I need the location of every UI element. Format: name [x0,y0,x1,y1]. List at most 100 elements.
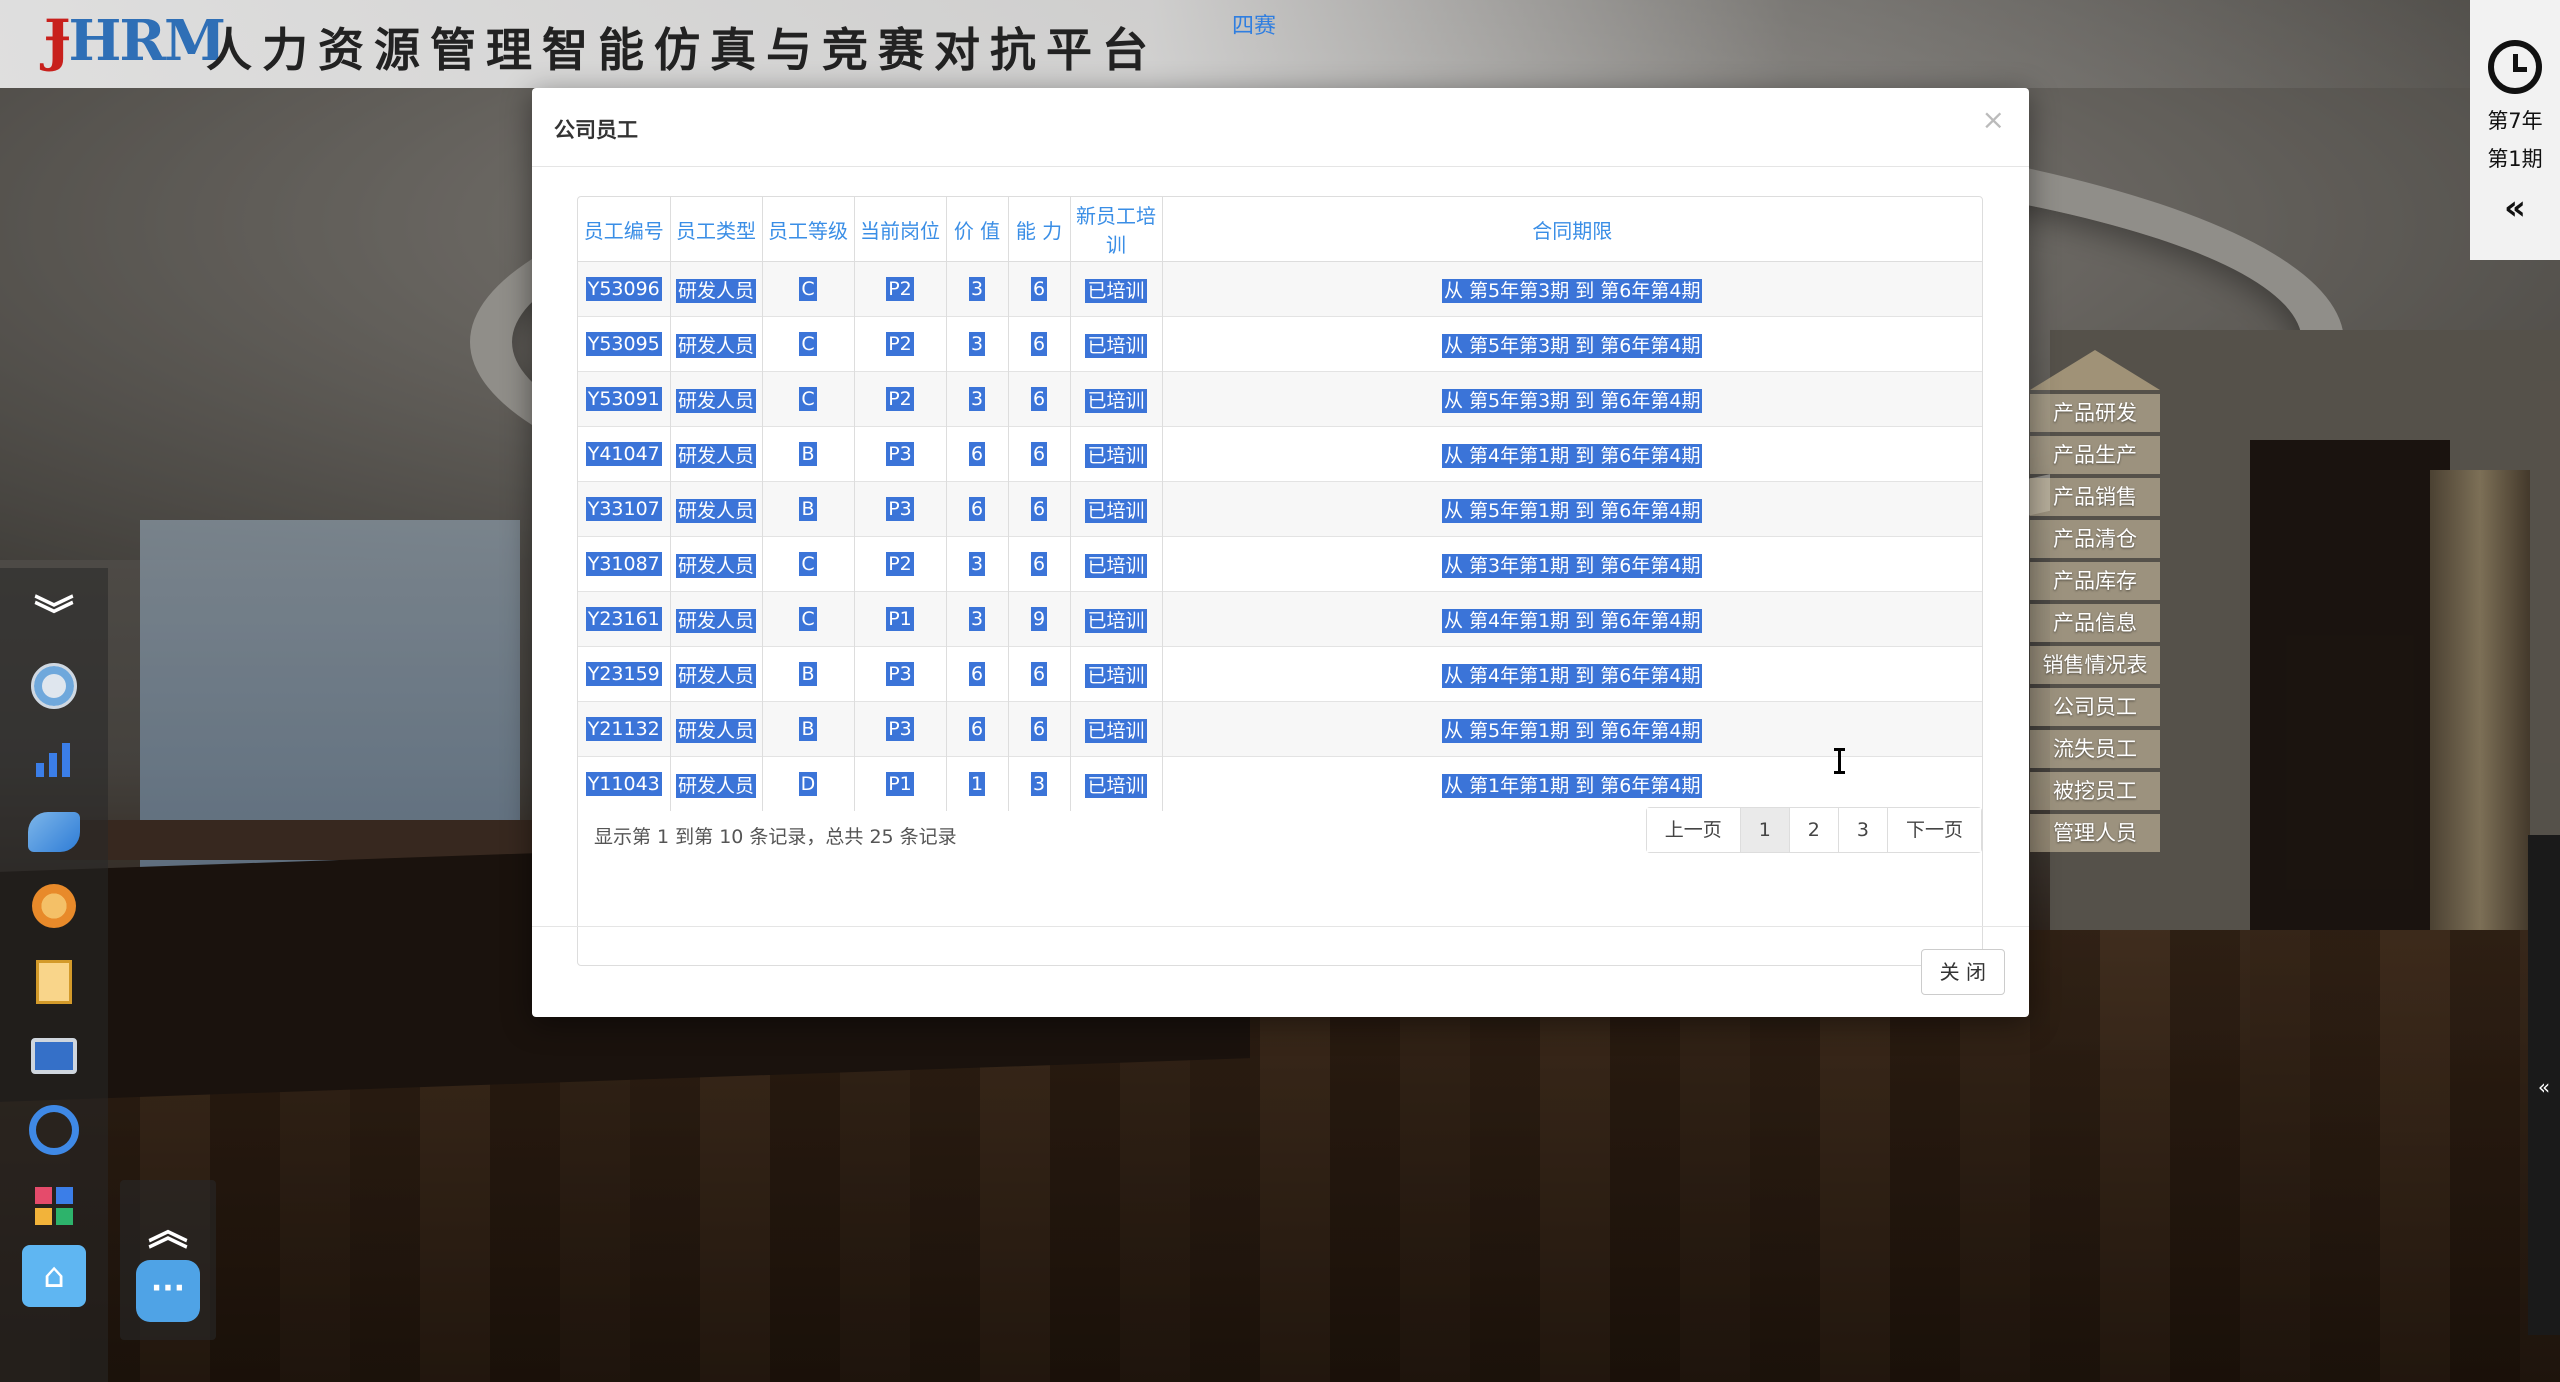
cell-value: 研发人员 [675,663,756,688]
cell-value: 研发人员 [675,278,756,303]
page-button[interactable]: 1 [1740,808,1790,852]
menu-item-product-production[interactable]: 产品生产 [2030,436,2160,474]
toolbar-btn-chart[interactable] [22,728,86,792]
close-icon[interactable]: × [1982,106,2005,134]
table-row[interactable]: Y21132 研发人员 B P3 6 6 已培训 从 第5年第1期 到 第6年第4期 [578,701,1982,757]
cell-value: 6 [1030,277,1048,301]
cell-value: P3 [886,662,914,686]
column-header[interactable]: 价 值 [946,197,1009,262]
column-header[interactable]: 能 力 [1008,197,1071,262]
table-cell: Y53096 [578,261,671,317]
menu-item-sales-report[interactable]: 销售情况表 [2030,646,2160,684]
cell-value: 已培训 [1085,278,1147,303]
table-cell: 研发人员 [670,371,763,427]
toolbar-btn-gear[interactable] [22,874,86,938]
table-row[interactable]: Y23159 研发人员 B P3 6 6 已培训 从 第4年第1期 到 第6年第4期 [578,646,1982,702]
cell-value: 已培训 [1085,663,1147,688]
table-cell: 研发人员 [670,481,763,537]
table-row[interactable]: Y53095 研发人员 C P2 3 6 已培训 从 第5年第3期 到 第6年第4期 [578,316,1982,372]
menu-item-poached-staff[interactable]: 被挖员工 [2030,772,2160,810]
table-cell: 从 第1年第1期 到 第6年第4期 [1162,756,1982,811]
table-cell: 6 [946,426,1009,482]
close-button[interactable]: 关 闭 [1920,949,2005,995]
collapse-toolbar-button[interactable]: ︾ [22,584,86,648]
toolbar-btn-handshake[interactable] [22,800,86,864]
menu-item-product-clearance[interactable]: 产品清仓 [2030,520,2160,558]
cell-value: 从 第5年第1期 到 第6年第4期 [1442,718,1703,743]
collapse-panel-button[interactable]: « [2470,188,2560,228]
table-cell: 6 [1008,536,1071,592]
table-cell: 研发人员 [670,646,763,702]
table-row[interactable]: Y33107 研发人员 B P3 6 6 已培训 从 第5年第1期 到 第6年第4期 [578,481,1982,537]
toolbar-btn-home[interactable]: ⌂ [22,1244,86,1308]
table-cell: 已培训 [1070,536,1163,592]
table-row[interactable]: Y31087 研发人员 C P2 3 6 已培训 从 第3年第1期 到 第6年第4期 [578,536,1982,592]
chevrons-up-icon[interactable]: ︽ [148,1198,188,1256]
table-cell: P1 [854,591,947,647]
menu-item-company-staff[interactable]: 公司员工 [2030,688,2160,726]
table-row[interactable]: Y11043 研发人员 D P1 1 3 已培训 从 第1年第1期 到 第6年第4期 [578,756,1982,811]
menu-item-product-sales[interactable]: 产品销售 [2030,478,2160,516]
toolbar-btn-cube[interactable] [22,654,86,718]
next-page-button[interactable]: 下一页 [1887,808,1981,852]
table-cell: 从 第4年第1期 到 第6年第4期 [1162,646,1982,702]
table-cell: B [762,426,855,482]
table-cell: Y53091 [578,371,671,427]
table-cell: Y41047 [578,426,671,482]
handshake-icon [28,812,80,852]
column-header[interactable]: 合同期限 [1162,197,1982,262]
column-header[interactable]: 当前岗位 [854,197,947,262]
side-drawer-toggle[interactable]: « [2528,835,2560,1335]
column-header[interactable]: 新员工培训 [1070,197,1163,262]
table-cell: 6 [946,646,1009,702]
table-row[interactable]: Y53091 研发人员 C P2 3 6 已培训 从 第5年第3期 到 第6年第4期 [578,371,1982,427]
table-cell: C [762,261,855,317]
table-cell: 已培训 [1070,756,1163,811]
current-term: 第1期 [2487,147,2543,171]
cell-value: P2 [886,552,914,576]
page-button[interactable]: 2 [1789,808,1839,852]
table-row[interactable]: Y23161 研发人员 C P1 3 9 已培训 从 第4年第1期 到 第6年第4期 [578,591,1982,647]
table-row[interactable]: Y41047 研发人员 B P3 6 6 已培训 从 第4年第1期 到 第6年第4期 [578,426,1982,482]
cell-value: 6 [1030,717,1048,741]
table-cell: 从 第5年第3期 到 第6年第4期 [1162,371,1982,427]
cell-value: 3 [968,277,986,301]
cell-value: B [799,497,817,521]
menu-item-product-info[interactable]: 产品信息 [2030,604,2160,642]
toolbar-btn-document[interactable] [22,950,86,1014]
table-cell: 从 第3年第1期 到 第6年第4期 [1162,536,1982,592]
cell-value: 6 [1030,662,1048,686]
logo-hook: Ɉ [44,8,70,74]
table-cell: 从 第5年第3期 到 第6年第4期 [1162,261,1982,317]
menu-item-managers[interactable]: 管理人员 [2030,814,2160,852]
toolbar-btn-ring[interactable] [22,1098,86,1162]
record-summary: 显示第 1 到第 10 条记录，总共 25 条记录 [594,826,957,848]
column-header[interactable]: 员工类型 [670,197,763,262]
staff-table-container: 员工编号 员工类型 员工等级 当前岗位 价 值 能 力 新员工培训 合同期限 Y… [577,196,1983,966]
cell-value: 研发人员 [675,333,756,358]
company-staff-modal: 公司员工 × 员工编号 员工类型 员工等级 当前岗位 价 值 能 力 新员工培训… [532,88,2029,1017]
cell-value: 3 [968,387,986,411]
toolbar-btn-film[interactable] [22,1024,86,1088]
menu-item-product-inventory[interactable]: 产品库存 [2030,562,2160,600]
cell-value: Y53096 [585,277,662,301]
chat-button[interactable]: ··· [136,1260,200,1322]
drawer-chevron-icon: « [2537,1075,2551,1099]
page-button[interactable]: 3 [1838,808,1888,852]
cell-value: Y23159 [585,662,662,686]
table-cell: 3 [946,536,1009,592]
cell-value: 3 [968,332,986,356]
cell-value: P2 [886,277,914,301]
table-cell: 3 [946,316,1009,372]
column-header[interactable]: 员工等级 [762,197,855,262]
table-cell: 3 [946,261,1009,317]
table-row[interactable]: Y53096 研发人员 C P2 3 6 已培训 从 第5年第3期 到 第6年第4期 [578,261,1982,317]
toolbar-btn-grid[interactable] [22,1174,86,1238]
table-cell: 已培训 [1070,591,1163,647]
prev-page-button[interactable]: 上一页 [1646,808,1741,852]
column-header[interactable]: 员工编号 [578,197,671,262]
menu-item-product-rd[interactable]: 产品研发 [2030,394,2160,432]
cell-value: B [799,662,817,686]
menu-item-lost-staff[interactable]: 流失员工 [2030,730,2160,768]
table-cell: 从 第4年第1期 到 第6年第4期 [1162,591,1982,647]
